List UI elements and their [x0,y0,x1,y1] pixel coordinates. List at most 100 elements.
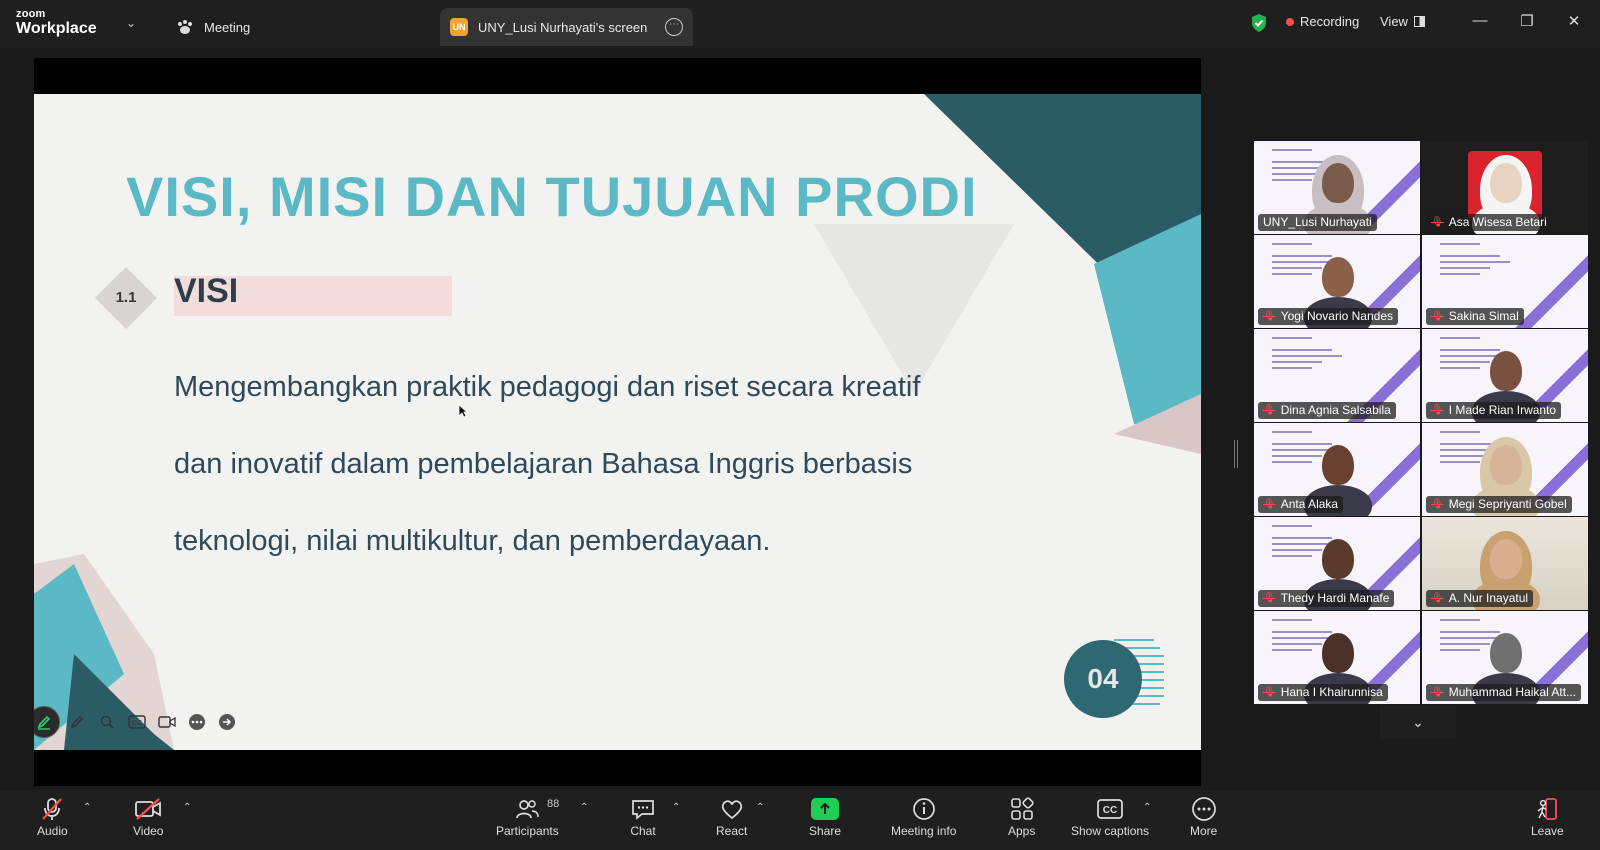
audio-label: Audio [37,824,68,838]
participant-tile[interactable]: 🎙 Thedy Hardi Manafe [1254,517,1420,610]
participant-tile[interactable]: 🎙 Hana I Khairunnisa [1254,611,1420,704]
participant-tile[interactable]: 🎙 Dina Agnia Salsabila [1254,329,1420,422]
logo-brand-bottom: Workplace [16,20,97,37]
chevron-down-icon[interactable]: ⌄ [126,16,136,30]
participant-tile[interactable]: UNY_Lusi Nurhayati [1254,141,1420,234]
tab-shared-screen[interactable]: UN UNY_Lusi Nurhayati's screen ⋯ [440,8,693,46]
video-button[interactable]: Video [133,794,163,838]
view-button[interactable]: View [1380,14,1425,29]
mic-muted-icon: 🎙 [1431,687,1444,698]
participant-tile[interactable]: 🎙 Asa Wisesa Betari [1422,141,1588,234]
participant-name: Hana I Khairunnisa [1280,685,1383,699]
pencil-icon[interactable] [64,709,90,735]
close-icon[interactable]: ✕ [1564,12,1584,30]
participant-face [1322,539,1354,579]
participant-tile[interactable]: 🎙 I Made Rian Irwanto [1422,329,1588,422]
captions-icon[interactable]: CC [124,709,150,735]
meeting-content: VISI, MISI DAN TUJUAN PRODI 1.1 VISI Men… [0,48,1600,790]
gallery-scroll-down-button[interactable]: ⌄ [1380,705,1456,739]
leave-button[interactable]: Leave [1531,794,1564,838]
slide-text-line [1272,149,1312,151]
mic-muted-icon: 🎙 [1263,687,1276,698]
participant-tile[interactable]: 🎙 Yogi Novario Nandes [1254,235,1420,328]
participant-tile[interactable]: 🎙 Sakina Simal [1422,235,1588,328]
arrow-right-icon[interactable] [214,709,240,735]
slide-text-line [1272,631,1332,633]
react-options-chevron-icon[interactable]: ⌃ [756,802,764,813]
slide-title: VISI, MISI DAN TUJUAN PRODI [126,165,978,228]
participant-face [1490,163,1522,203]
slide-text-line [1272,525,1312,527]
participants-options-chevron-icon[interactable]: ⌃ [580,802,588,813]
share-button[interactable]: Share [809,794,841,838]
chat-label: Chat [630,824,656,838]
participant-face [1322,257,1354,297]
participant-tile[interactable]: 🎙 Megi Sepriyanti Gobel [1422,423,1588,516]
zoom-in-icon[interactable] [94,709,120,735]
more-label: More [1190,824,1218,838]
slide-text-line [1272,361,1322,363]
participant-name-tag: 🎙 Anta Alaka [1258,496,1344,513]
slide-text-line [1272,619,1312,621]
audio-options-chevron-icon[interactable]: ⌃ [83,802,91,813]
video-label: Video [133,824,164,838]
camera-icon[interactable] [154,709,180,735]
restore-icon[interactable]: ❐ [1517,12,1537,30]
participant-name: UNY_Lusi Nurhayati [1263,215,1372,229]
apps-button[interactable]: Apps [1008,794,1035,838]
slide-text-line [1440,367,1480,369]
show-captions-button[interactable]: CC Show captions [1071,794,1149,838]
participant-name-tag: 🎙 Sakina Simal [1426,308,1524,325]
tab-shared-screen-label: UNY_Lusi Nurhayati's screen [478,19,648,35]
slide-text-line [1272,255,1332,257]
slide-text-line [1440,619,1480,621]
tab-meeting[interactable]: Meeting [176,8,250,46]
slide-text-line [1440,267,1490,269]
participants-label: Participants [496,824,559,838]
more-button[interactable]: More [1190,794,1217,838]
chat-options-chevron-icon[interactable]: ⌃ [672,802,680,813]
minimize-icon[interactable]: — [1470,12,1490,29]
more-icon [1191,797,1216,821]
mic-muted-icon: 🎙 [1263,311,1276,322]
participant-name-tag: UNY_Lusi Nurhayati [1258,214,1377,231]
chevron-down-icon: ⌄ [1412,713,1424,730]
panel-resize-handle[interactable] [1234,440,1238,468]
participant-tile[interactable]: 🎙 A. Nur Inayatul [1422,517,1588,610]
recording-label: Recording [1300,14,1360,29]
shared-screen[interactable]: VISI, MISI DAN TUJUAN PRODI 1.1 VISI Men… [34,58,1201,786]
more-icon[interactable] [184,709,210,735]
chat-button[interactable]: Chat [630,794,656,838]
slide-text-line [1272,367,1312,369]
video-options-chevron-icon[interactable]: ⌃ [183,802,191,813]
heart-icon [721,800,742,820]
audio-button[interactable]: Audio [37,794,68,838]
slide-text-line [1440,255,1500,257]
participant-tile[interactable]: 🎙 Muhammad Haikal Att... [1422,611,1588,704]
section-number: 1.1 [115,289,137,306]
meeting-info-button[interactable]: Meeting info [891,794,956,838]
captions-options-chevron-icon[interactable]: ⌃ [1143,802,1151,813]
zoom-logo[interactable]: zoom Workplace [16,9,97,37]
slide-text-line [1440,349,1500,351]
vision-text: Mengembangkan praktik pedagogi dan riset… [174,349,994,580]
title-bar: zoom Workplace ⌄ Meeting UN UNY_Lusi Nur… [0,0,1600,48]
participant-face [1490,539,1522,579]
mic-muted-icon: 🎙 [1431,593,1444,604]
participant-face [1490,445,1522,485]
participant-face [1322,633,1354,673]
participant-name-tag: 🎙 Hana I Khairunnisa [1258,684,1388,701]
annotate-pen-button[interactable] [34,706,60,738]
slide-text-line [1440,631,1500,633]
recording-indicator[interactable]: Recording [1286,14,1359,29]
show-captions-label: Show captions [1071,824,1150,838]
meeting-info-label: Meeting info [891,824,957,838]
react-button[interactable]: React [716,794,747,838]
more-options-icon[interactable]: ⋯ [665,18,683,36]
participant-name: Asa Wisesa Betari [1448,215,1547,229]
shield-check-icon[interactable] [1250,13,1268,33]
slide-text-line [1272,267,1322,269]
participant-tile[interactable]: 🎙 Anta Alaka [1254,423,1420,516]
view-label: View [1380,14,1408,29]
participants-icon [516,800,540,819]
